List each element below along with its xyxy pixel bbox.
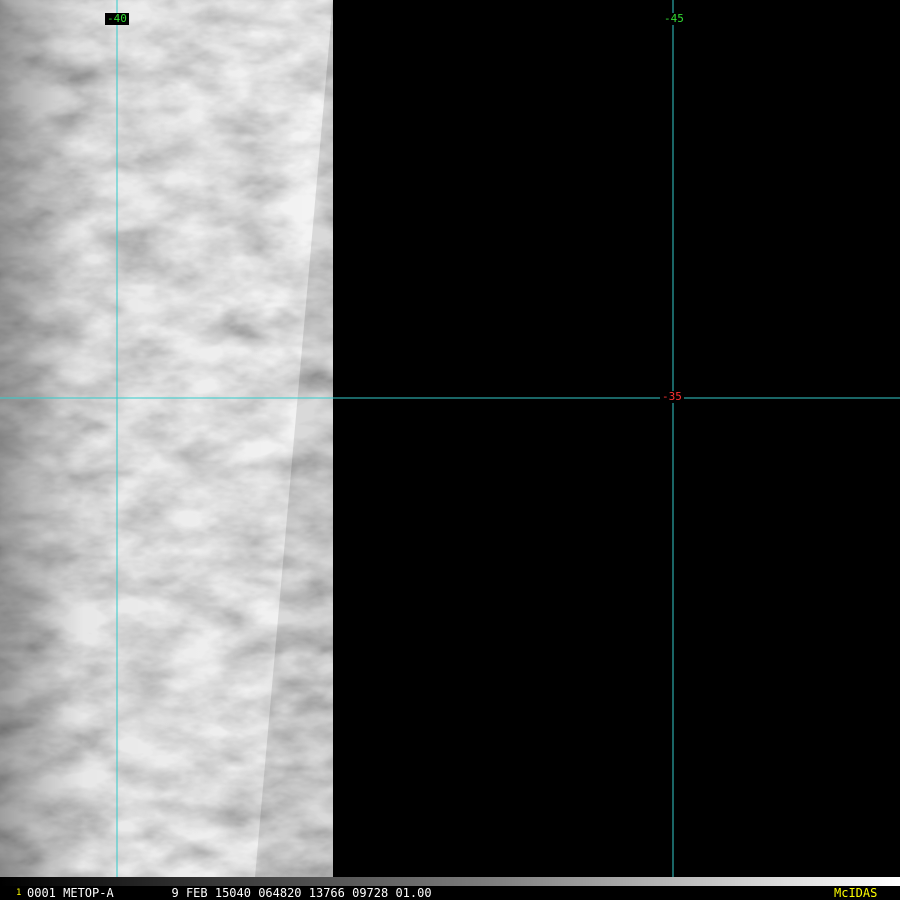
satellite-image-viewer: -40 -45 -35 1 0001 METOP-A 9 FEB 15040 0… <box>0 0 900 900</box>
status-bar: 1 0001 METOP-A 9 FEB 15040 064820 13766 … <box>0 877 900 900</box>
mcidas-brand-label: McIDAS <box>834 886 878 900</box>
longitude-label-east: -45 <box>662 12 686 25</box>
frame-number: 1 <box>16 888 22 898</box>
grayscale-ramp <box>0 877 900 886</box>
swath-shading <box>0 0 333 877</box>
longitude-label-west: -40 <box>105 12 129 25</box>
image-info-text: 0001 METOP-A 9 FEB 15040 064820 13766 09… <box>27 886 432 900</box>
latitude-label: -35 <box>660 390 684 403</box>
satellite-imagery <box>0 0 900 900</box>
